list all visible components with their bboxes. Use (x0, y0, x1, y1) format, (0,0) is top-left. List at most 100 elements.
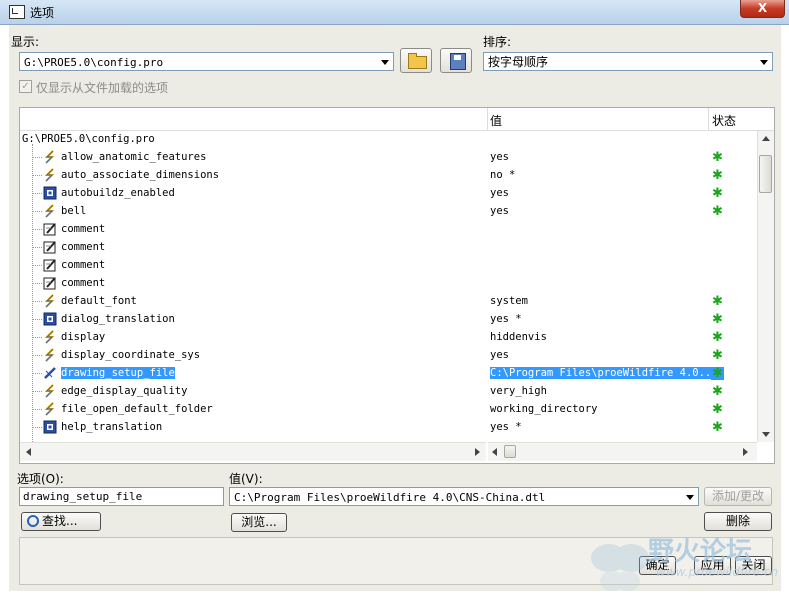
browse-button[interactable]: 浏览... (231, 513, 287, 532)
column-header-value[interactable]: 值 (490, 112, 502, 129)
option-value-text: very_high (490, 385, 547, 397)
status-ok-icon: ✱ (712, 420, 723, 435)
table-row[interactable]: dialog_translation yes * ✱ (20, 310, 774, 328)
option-name-text: autobuildz_enabled (61, 187, 175, 199)
option-label: 选项(O): (17, 472, 64, 486)
tree-root-label: G:\PROE5.0\config.pro (22, 133, 155, 145)
find-button[interactable]: 查找... (21, 512, 101, 531)
option-name-text: auto_associate_dimensions (61, 169, 220, 181)
column-header-status[interactable]: 状态 (712, 112, 736, 129)
status-ok-icon: ✱ (712, 312, 723, 327)
window-icon (9, 5, 25, 19)
table-row[interactable]: help_translation yes * ✱ (20, 418, 774, 436)
scroll-right-arrow-icon[interactable] (475, 448, 480, 456)
folder-open-icon (408, 53, 427, 69)
option-name: autobuildz_enabled (61, 184, 175, 202)
horizontal-scroll-thumb[interactable] (504, 445, 516, 458)
table-row[interactable]: autobuildz_enabled yes ✱ (20, 184, 774, 202)
add-change-button[interactable]: 添加/更改 (704, 487, 772, 506)
status-ok-icon: ✱ (712, 168, 723, 183)
open-file-button[interactable] (400, 48, 432, 73)
option-name: comment (61, 220, 105, 238)
close-button[interactable]: 关闭 (735, 556, 772, 575)
option-name-text: edge_display_quality (61, 385, 188, 397)
status-ok-icon: ✱ (712, 348, 723, 363)
tree-root-row[interactable]: G:\PROE5.0\config.pro (20, 130, 774, 148)
table-row[interactable]: comment (20, 274, 774, 292)
table-row[interactable]: comment (20, 256, 774, 274)
scroll-left-arrow-icon[interactable] (492, 448, 497, 456)
vertical-scrollbar[interactable] (757, 131, 774, 442)
scroll-down-arrow-icon[interactable] (762, 432, 770, 437)
option-value-text: working_directory (490, 403, 598, 415)
tree-line (32, 319, 42, 320)
close-window-button[interactable]: X (740, 0, 785, 18)
option-name: comment (61, 256, 105, 274)
apply-button[interactable]: 应用 (694, 556, 731, 575)
option-value: yes * (490, 310, 522, 328)
scroll-up-arrow-icon[interactable] (762, 136, 770, 141)
display-file-combo[interactable]: G:\PROE5.0\config.pro (19, 52, 394, 71)
magnifier-icon (27, 515, 39, 527)
option-value: yes (490, 346, 509, 364)
option-name: bell (61, 202, 86, 220)
delete-button[interactable]: 删除 (704, 512, 772, 531)
chevron-down-icon (686, 495, 694, 500)
table-row[interactable]: comment (20, 220, 774, 238)
tree-line (32, 265, 42, 266)
option-value-text: yes * (490, 421, 522, 433)
only-loaded-label: 仅显示从文件加载的选项 (36, 81, 169, 95)
table-row[interactable]: comment (20, 238, 774, 256)
display-label: 显示: (11, 35, 40, 49)
option-name: help_translation (61, 418, 162, 436)
option-value-text: yes * (490, 313, 522, 325)
table-header: 值 状态 (20, 108, 774, 131)
option-value: working_directory (490, 400, 597, 418)
option-value: hiddenvis (490, 328, 547, 346)
table-row[interactable]: display_coordinate_sys yes ✱ (20, 346, 774, 364)
tree-line (32, 373, 42, 374)
tree-line (32, 229, 42, 230)
vertical-scroll-thumb[interactable] (759, 155, 772, 193)
status-ok-icon: ✱ (712, 330, 723, 345)
tree-line (32, 193, 42, 194)
blue-square-icon (43, 312, 57, 326)
value-column-horizontal-scrollbar[interactable] (488, 442, 757, 461)
footer-panel: 确定 应用 关闭 (19, 537, 773, 585)
table-row[interactable]: auto_associate_dimensions no * ✱ (20, 166, 774, 184)
sort-combo[interactable]: 按字母顺序 (483, 52, 773, 71)
table-row[interactable]: default_font system ✱ (20, 292, 774, 310)
lightning-icon (43, 402, 57, 416)
window-title: 选项 (30, 6, 55, 20)
chevron-down-icon (760, 60, 768, 65)
option-value: no * (490, 166, 515, 184)
option-value: yes (490, 148, 509, 166)
table-row[interactable]: edge_display_quality very_high ✱ (20, 382, 774, 400)
option-name-input[interactable]: drawing_setup_file (19, 487, 224, 506)
column-divider[interactable] (487, 108, 488, 130)
save-config-button[interactable] (440, 48, 472, 73)
tree-line (32, 355, 42, 356)
option-name-text: dialog_translation (61, 313, 175, 325)
option-value: very_high (490, 382, 547, 400)
option-value-text: C:\Program Files\proeWildfire 4.0... (490, 367, 718, 379)
table-row[interactable]: drawing_setup_file C:\Program Files\proeW… (20, 364, 774, 382)
value-text: C:\Program Files\proeWildfire 4.0\CNS-Ch… (234, 491, 546, 504)
scroll-left-arrow-icon[interactable] (26, 448, 31, 456)
table-row[interactable]: bell yes ✱ (20, 202, 774, 220)
column-divider[interactable] (708, 108, 709, 130)
table-row[interactable]: file_open_default_folder working_director… (20, 400, 774, 418)
only-loaded-checkbox[interactable]: ✓ (19, 80, 32, 93)
name-column-horizontal-scrollbar[interactable] (20, 442, 486, 461)
ok-button[interactable]: 确定 (639, 556, 676, 575)
table-row[interactable]: display hiddenvis ✱ (20, 328, 774, 346)
option-name: display (61, 328, 105, 346)
option-name: display_coordinate_sys (61, 346, 200, 364)
table-row[interactable]: allow_anatomic_features yes ✱ (20, 148, 774, 166)
scroll-right-arrow-icon[interactable] (743, 448, 748, 456)
note-pencil-icon (43, 258, 57, 272)
lightning-icon (43, 294, 57, 308)
value-combo[interactable]: C:\Program Files\proeWildfire 4.0\CNS-Ch… (229, 487, 699, 506)
option-name-text: help_translation (61, 421, 163, 433)
option-name-text: display (61, 331, 106, 343)
